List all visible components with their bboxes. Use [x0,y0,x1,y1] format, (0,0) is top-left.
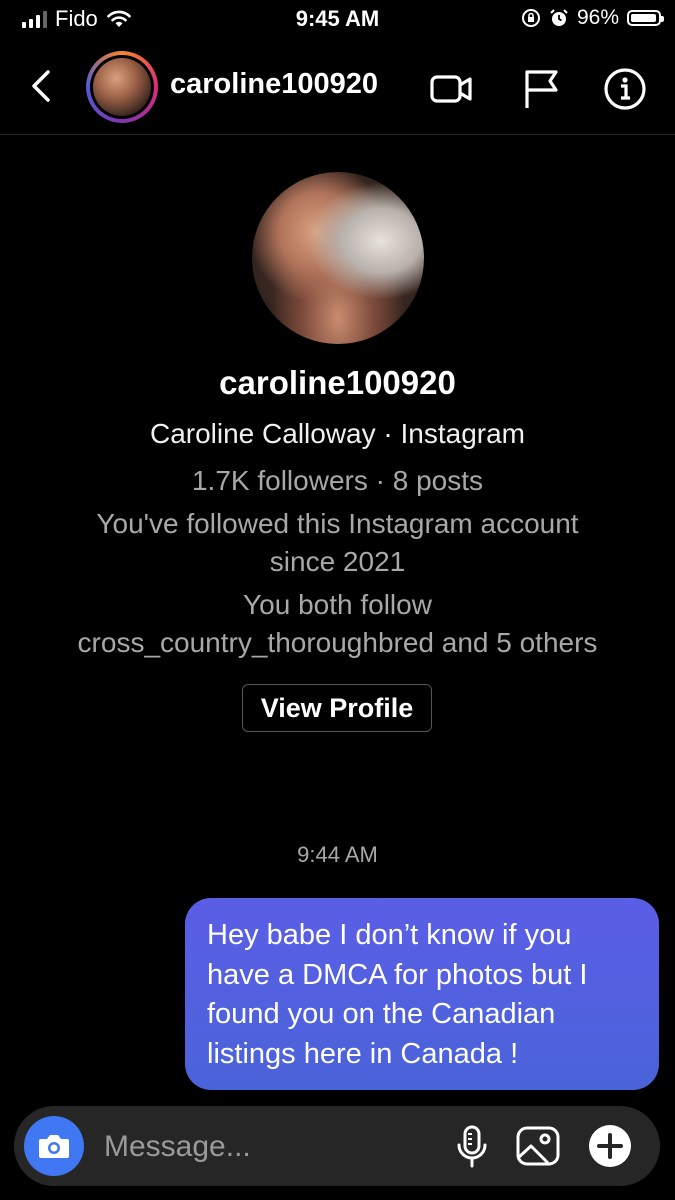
view-profile-button[interactable]: View Profile [242,684,432,732]
outgoing-message-bubble[interactable]: Hey babe I don’t know if you have a DMCA… [185,898,659,1090]
microphone-icon[interactable] [448,1122,496,1170]
info-icon[interactable] [602,66,648,112]
message-timestamp: 9:44 AM [297,842,378,867]
profile-subtitle: Caroline Calloway · Instagram [149,418,526,449]
orientation-lock-icon [521,9,540,27]
status-right: 96% [521,6,664,30]
mutual-follow-line-1: You both follow [243,589,432,620]
battery-percent: 96% [576,6,619,29]
battery-icon [627,10,664,26]
status-bar: Fido 9:45 AM 96% [0,0,675,40]
message-line: Hey babe I don’t know if you [207,919,572,951]
followed-since-line-1: You've followed this Instagram account [96,508,579,539]
mutual-follow-line-2[interactable]: cross_country_thoroughbred and 5 others [0,624,675,662]
camera-icon [39,1135,69,1158]
camera-button[interactable] [24,1116,84,1176]
followed-since-line-2: since 2021 [269,546,406,577]
message-line: listings here in Canada ! [207,1037,519,1070]
profile-avatar[interactable] [252,172,424,344]
battery-fill [631,14,656,22]
profile-stats: 1.7K followers · 8 posts [191,465,484,496]
message-line: have a DMCA for photos but I [207,958,588,991]
add-icon[interactable] [586,1122,634,1170]
header-username[interactable]: caroline100920 [170,68,378,101]
alarm-icon [550,9,568,26]
header-avatar[interactable] [86,51,158,123]
chat-header: caroline100920 [0,48,675,135]
profile-username: caroline100920 [219,364,456,401]
report-flag-icon[interactable] [518,66,564,112]
message-composer [14,1106,660,1186]
video-call-icon[interactable] [428,66,474,112]
back-chevron-icon[interactable] [24,66,64,106]
gallery-icon[interactable] [514,1122,562,1170]
avatar-image [93,58,151,116]
message-line: found you on the Canadian [207,998,556,1030]
message-input[interactable] [102,1124,436,1170]
